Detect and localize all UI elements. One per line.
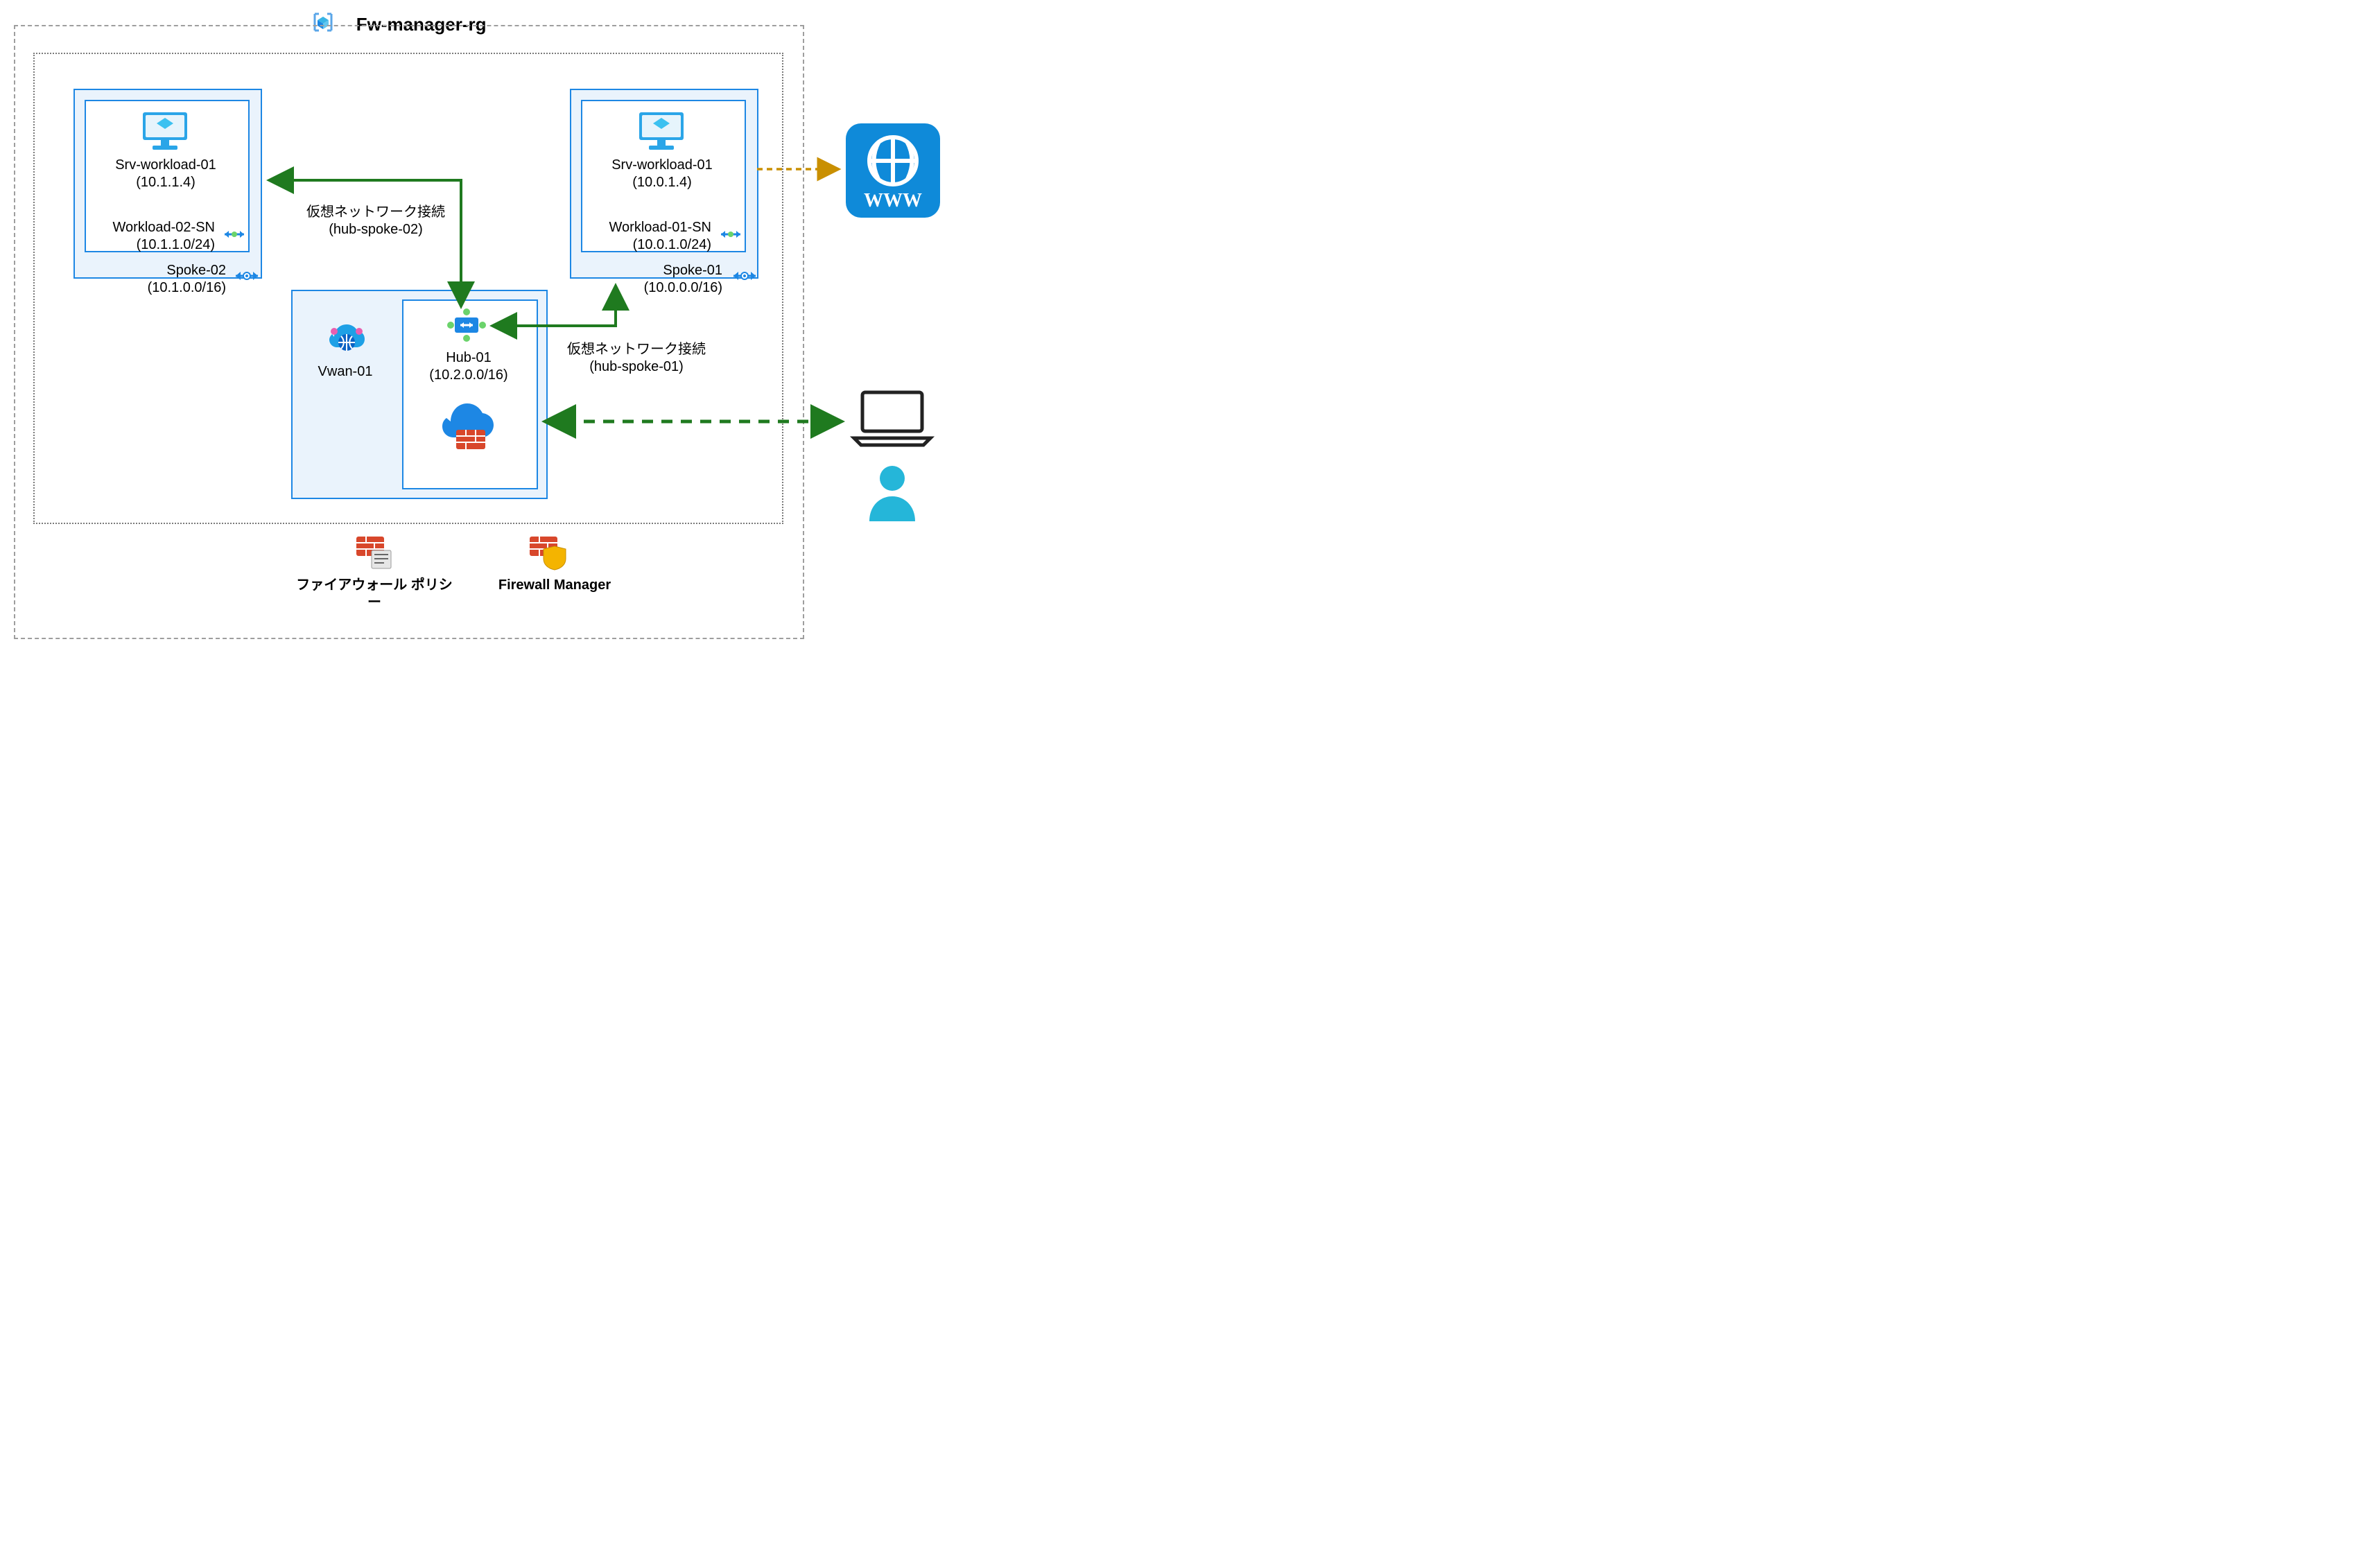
vm-icon-spoke-01 [636,110,686,156]
laptop-icon [847,388,937,454]
user-icon [865,463,919,526]
vwan-label: Vwan-01 [299,363,391,381]
hub-icon [445,308,488,347]
subnet-icon-01 [717,226,745,246]
conn01-label: 仮想ネットワーク接続(hub-spoke-01) [560,341,713,376]
conn02-label: 仮想ネットワーク接続(hub-spoke-02) [299,204,452,238]
vnet-icon-01 [729,266,760,289]
svg-text:WWW: WWW [864,190,922,211]
firewall-in-hub-icon [435,394,499,457]
legend-policy-icon [354,534,395,575]
vnet-label-01: Spoke-01(10.0.0.0/16) [574,262,722,297]
diagram-canvas: Fw-manager-rg Srv-workload-01(10.1.1.4) … [0,0,1009,657]
subnet-label-01: Workload-01-SN(10.0.1.0/24) [557,219,711,254]
legend-manager-label: Firewall Manager [485,577,624,594]
vnet-label-02: Spoke-02(10.1.0.0/16) [79,262,226,297]
vm-label-spoke-02: Srv-workload-01(10.1.1.4) [85,157,247,191]
vnet-icon-02 [232,266,262,289]
vm-label-spoke-01: Srv-workload-01(10.0.1.4) [581,157,743,191]
hub-label: Hub-01(10.2.0.0/16) [402,349,535,384]
vwan-icon [323,315,367,361]
legend-manager-icon [527,534,568,575]
subnet-label-02: Workload-02-SN(10.1.1.0/24) [62,219,215,254]
vm-icon-spoke-02 [140,110,190,156]
subnet-icon-02 [220,226,248,246]
www-icon: WWW [844,122,941,223]
legend-policy-label: ファイアウォール ポリシー [291,577,458,611]
